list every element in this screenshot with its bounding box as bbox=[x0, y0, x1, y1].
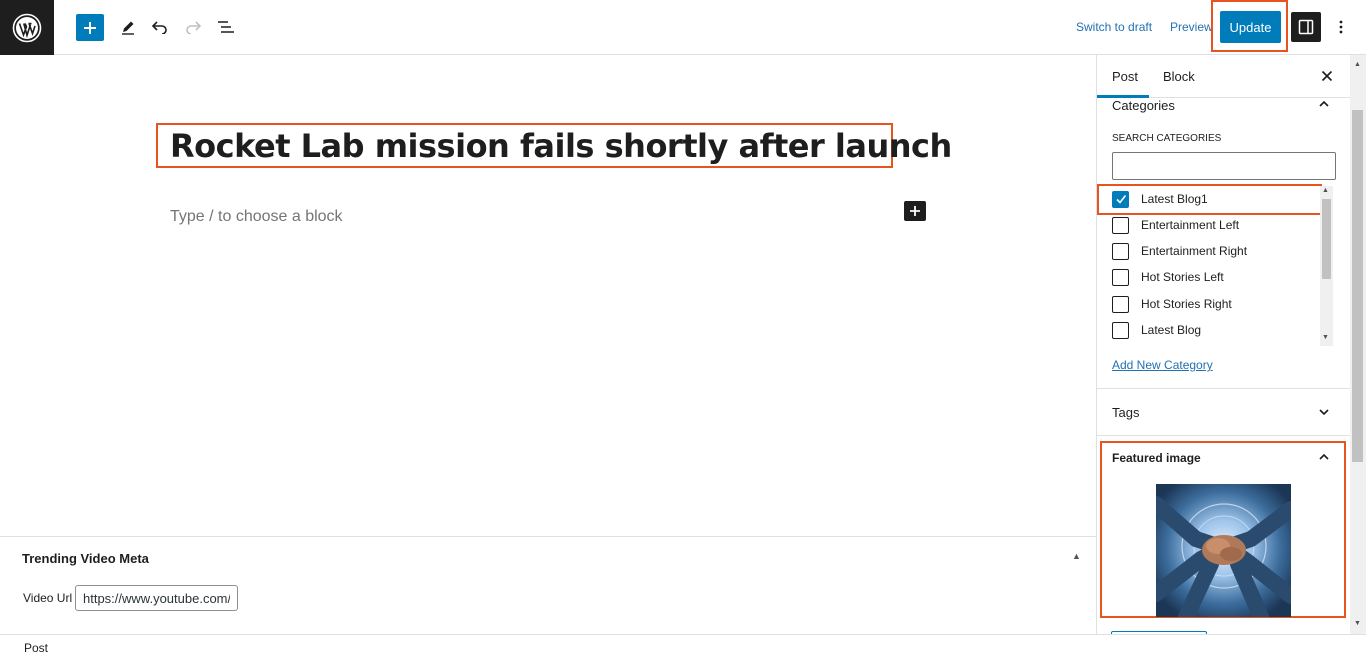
trending-video-meta-box: Trending Video Meta ▲ Video Url bbox=[0, 536, 1097, 634]
chevron-up-icon[interactable] bbox=[1317, 450, 1331, 464]
category-checkbox[interactable] bbox=[1112, 295, 1129, 313]
sidebar-scrollbar[interactable]: ▲ ▼ bbox=[1350, 55, 1366, 634]
document-overview-button[interactable] bbox=[213, 14, 239, 40]
featured-image-picture bbox=[1156, 484, 1291, 617]
category-checkbox[interactable] bbox=[1112, 242, 1129, 260]
category-item[interactable]: Entertainment Left bbox=[1112, 215, 1239, 235]
category-item[interactable]: Entertainment Right bbox=[1112, 241, 1247, 261]
tags-panel-title[interactable]: Tags bbox=[1112, 405, 1139, 420]
category-list: Latest Blog1 Entertainment Left Entertai… bbox=[1112, 186, 1319, 346]
settings-panel-icon bbox=[1298, 19, 1314, 35]
chevron-up-icon[interactable] bbox=[1317, 97, 1331, 111]
meta-box-toggle-icon[interactable]: ▲ bbox=[1072, 551, 1081, 561]
category-list-scrollbar[interactable]: ▲ ▼ bbox=[1320, 186, 1333, 346]
category-checkbox[interactable] bbox=[1112, 268, 1129, 286]
category-item[interactable]: Latest Blog1 bbox=[1112, 189, 1208, 209]
featured-image-panel-title[interactable]: Featured image bbox=[1112, 451, 1201, 465]
scroll-up-arrow-icon[interactable]: ▲ bbox=[1322, 187, 1329, 194]
tools-button[interactable] bbox=[116, 14, 140, 40]
chevron-down-icon[interactable] bbox=[1317, 405, 1331, 419]
editor-footer: Post bbox=[0, 634, 1366, 657]
scroll-down-arrow-icon[interactable]: ▼ bbox=[1322, 334, 1329, 341]
category-label: Latest Blog1 bbox=[1141, 192, 1208, 206]
settings-sidebar: Post Block Categories Search Categories … bbox=[1097, 55, 1350, 634]
checkmark-icon bbox=[1115, 195, 1126, 204]
editor-canvas: Rocket Lab mission fails shortly after l… bbox=[0, 55, 1097, 536]
close-sidebar-button[interactable] bbox=[1317, 66, 1337, 86]
scrollbar-thumb[interactable] bbox=[1322, 199, 1331, 279]
post-title[interactable]: Rocket Lab mission fails shortly after l… bbox=[170, 127, 952, 165]
category-label: Hot Stories Left bbox=[1141, 270, 1224, 284]
breadcrumb[interactable]: Post bbox=[24, 641, 48, 655]
category-label: Latest Blog bbox=[1141, 323, 1202, 337]
divider bbox=[1097, 435, 1350, 436]
scroll-up-arrow-icon[interactable]: ▲ bbox=[1354, 61, 1361, 68]
undo-button[interactable] bbox=[148, 14, 172, 40]
video-url-label: Video Url bbox=[23, 591, 73, 605]
plus-icon bbox=[910, 206, 920, 216]
tab-block[interactable]: Block bbox=[1163, 69, 1195, 84]
categories-panel-title[interactable]: Categories bbox=[1112, 98, 1175, 113]
add-block-button[interactable] bbox=[76, 14, 104, 41]
wordpress-logo-icon bbox=[12, 13, 42, 42]
tab-post[interactable]: Post bbox=[1112, 69, 1138, 84]
close-icon bbox=[1321, 70, 1333, 82]
replace-image-button[interactable] bbox=[1111, 631, 1207, 634]
category-checkbox[interactable] bbox=[1112, 190, 1129, 208]
search-categories-label: Search Categories bbox=[1112, 133, 1222, 144]
editor-toolbar: Switch to draft Preview Update bbox=[0, 0, 1366, 55]
sidebar-tabs: Post Block bbox=[1097, 55, 1350, 98]
redo-icon bbox=[186, 21, 202, 34]
category-item[interactable]: Latest Blog bbox=[1112, 320, 1201, 340]
add-new-category-link[interactable]: Add New Category bbox=[1112, 358, 1213, 372]
block-placeholder[interactable]: Type / to choose a block bbox=[170, 208, 343, 226]
category-label: Entertainment Right bbox=[1141, 244, 1248, 258]
undo-icon bbox=[151, 21, 167, 34]
plus-icon bbox=[84, 21, 96, 34]
meta-box-title: Trending Video Meta bbox=[22, 551, 149, 566]
category-checkbox[interactable] bbox=[1112, 216, 1129, 234]
preview-button[interactable]: Preview bbox=[1170, 20, 1213, 34]
switch-to-draft-button[interactable]: Switch to draft bbox=[1076, 20, 1152, 34]
category-label: Entertainment Left bbox=[1141, 218, 1240, 232]
options-button[interactable] bbox=[1333, 14, 1349, 40]
scroll-down-arrow-icon[interactable]: ▼ bbox=[1354, 620, 1361, 627]
category-item[interactable]: Hot Stories Left bbox=[1112, 267, 1224, 287]
category-label: Hot Stories Right bbox=[1141, 297, 1232, 311]
category-checkbox[interactable] bbox=[1112, 321, 1129, 339]
scrollbar-thumb[interactable] bbox=[1352, 110, 1363, 462]
wordpress-logo[interactable] bbox=[0, 0, 54, 55]
redo-button[interactable] bbox=[181, 14, 205, 40]
pen-icon bbox=[122, 21, 134, 35]
featured-image-thumbnail[interactable] bbox=[1156, 484, 1291, 617]
settings-button[interactable] bbox=[1291, 12, 1321, 42]
category-item[interactable]: Hot Stories Right bbox=[1112, 294, 1232, 314]
list-view-icon bbox=[218, 21, 234, 33]
update-button[interactable]: Update bbox=[1220, 11, 1281, 43]
more-vertical-icon bbox=[1339, 20, 1343, 34]
video-url-input[interactable] bbox=[75, 585, 238, 611]
divider bbox=[1097, 388, 1350, 389]
inline-add-block-button[interactable] bbox=[904, 201, 926, 221]
search-categories-input[interactable] bbox=[1112, 152, 1336, 180]
